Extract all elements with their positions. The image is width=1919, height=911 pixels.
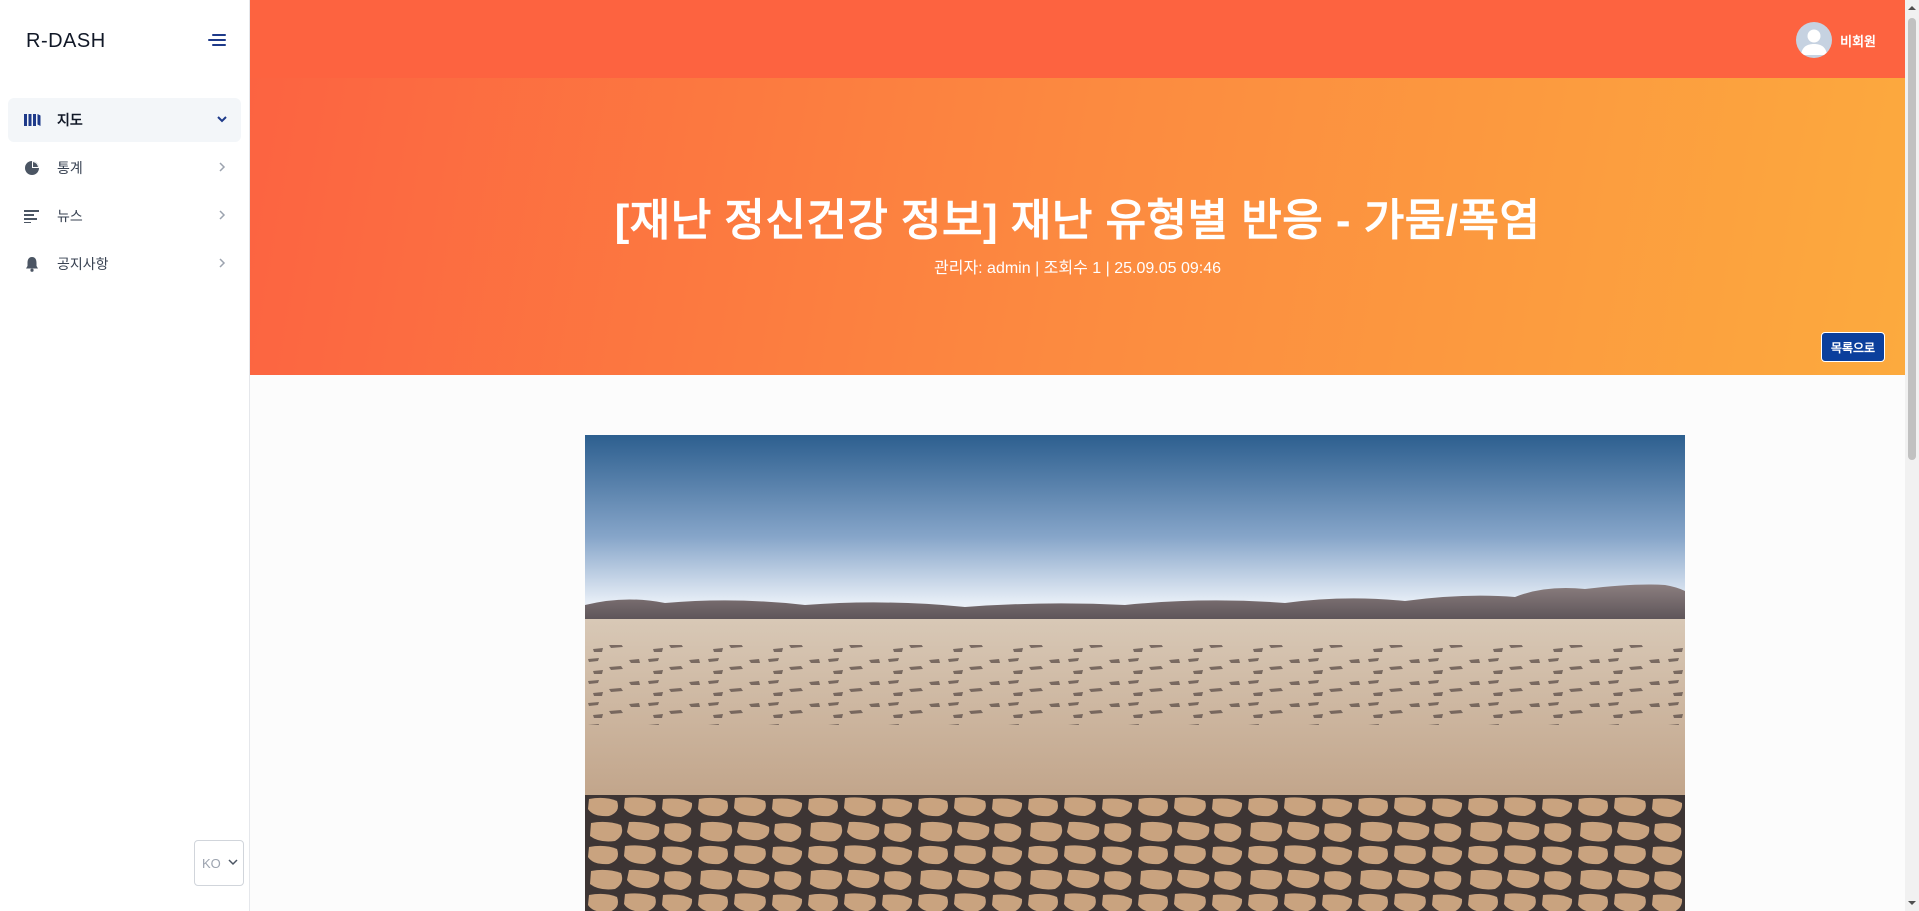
news-icon xyxy=(23,207,41,225)
scroll-up-icon[interactable] xyxy=(1907,3,1917,13)
pie-chart-icon xyxy=(23,159,41,177)
sidebar-item-statistics[interactable]: 통계 xyxy=(8,146,241,190)
sidebar-item-map[interactable]: 지도 xyxy=(8,98,241,142)
chevron-right-icon xyxy=(219,258,226,268)
map-icon xyxy=(23,111,41,129)
chevron-right-icon xyxy=(219,210,226,220)
top-bar: 비회원 xyxy=(250,0,1905,78)
main-content: 비회원 [재난 정신건강 정보] 재난 유형별 반응 - 가뭄/폭염 관리자: … xyxy=(250,0,1905,911)
chevron-right-icon xyxy=(219,162,226,172)
chevron-down-icon xyxy=(228,859,238,866)
drought-image xyxy=(585,435,1685,911)
bell-icon xyxy=(23,255,41,273)
page-title: [재난 정신건강 정보] 재난 유형별 반응 - 가뭄/폭염 xyxy=(614,196,1541,245)
post-body xyxy=(250,375,1905,911)
language-value: KO xyxy=(202,855,221,871)
post-meta: 관리자: admin | 조회수 1 | 25.09.05 09:46 xyxy=(934,260,1221,277)
language-select[interactable]: KO xyxy=(194,840,244,886)
app-logo[interactable]: R-DASH xyxy=(26,30,106,53)
menu-toggle-icon[interactable] xyxy=(206,33,226,49)
user-name: 비회원 xyxy=(1840,33,1876,49)
avatar xyxy=(1796,22,1833,58)
sidebar-item-label: 뉴스 xyxy=(57,208,83,224)
scroll-down-icon[interactable] xyxy=(1907,898,1917,908)
chevron-down-icon xyxy=(217,116,227,123)
sidebar-item-news[interactable]: 뉴스 xyxy=(8,194,241,238)
sidebar-item-label: 통계 xyxy=(57,160,83,176)
sidebar-nav: 지도 통계 뉴스 공지사항 xyxy=(8,98,241,290)
sidebar-item-label: 공지사항 xyxy=(57,256,109,272)
sidebar-item-label: 지도 xyxy=(57,112,83,128)
post-header: [재난 정신건강 정보] 재난 유형별 반응 - 가뭄/폭염 관리자: admi… xyxy=(250,78,1905,375)
user-menu[interactable]: 비회원 xyxy=(1796,22,1876,58)
back-to-list-button[interactable]: 목록으로 xyxy=(1821,332,1885,362)
scrollbar-thumb[interactable] xyxy=(1908,18,1916,460)
sidebar: R-DASH 지도 통계 뉴스 공지사항 KO xyxy=(0,0,250,911)
scrollbar[interactable] xyxy=(1905,0,1919,911)
sidebar-item-notices[interactable]: 공지사항 xyxy=(8,242,241,286)
